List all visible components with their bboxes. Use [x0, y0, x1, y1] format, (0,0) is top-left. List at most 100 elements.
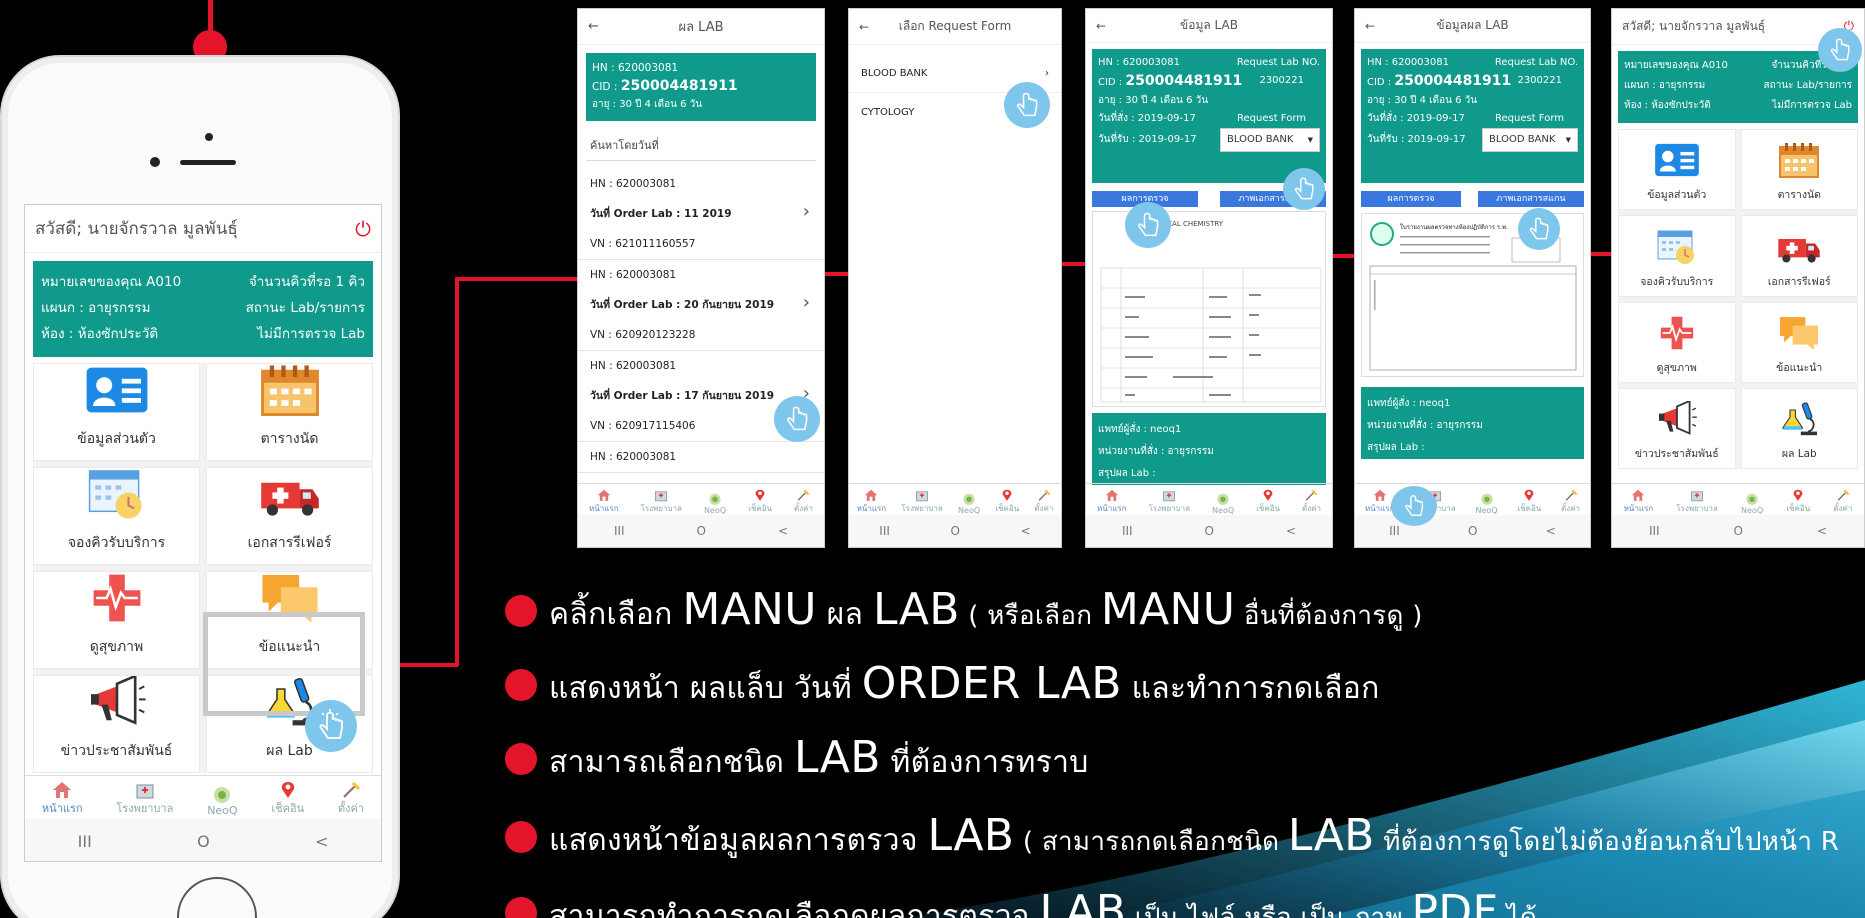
menu-tile-refer-docs[interactable]: เอกสารรีเฟอร์: [1740, 215, 1858, 297]
nav-label: เช็คอิน: [1256, 504, 1280, 513]
menu-tile-news[interactable]: ข่าวประชาสัมพันธ์: [1618, 387, 1736, 469]
back-system-button[interactable]: <: [315, 832, 328, 851]
receive-date: วันที่รับ : 2019-09-17: [1367, 134, 1466, 145]
nav-checkin[interactable]: เช็คอิน: [1786, 489, 1810, 515]
location-pin-icon: [1261, 489, 1275, 502]
nav-settings[interactable]: ตั้งค่า: [794, 489, 813, 515]
bullet-text: แสดงหน้า ผลแล็บ วันที่: [549, 671, 862, 706]
nav-neoq[interactable]: NeoQ: [958, 493, 980, 515]
lab-order-item[interactable]: HN : 620003081: [578, 442, 824, 473]
menu-tile-lab-results[interactable]: ผล Lab: [1740, 387, 1858, 469]
bullet-text: อื่นที่ต้องการดู ): [1235, 601, 1423, 631]
nav-neoq[interactable]: NeoQ: [704, 493, 726, 515]
id-card-icon: [1654, 142, 1700, 178]
menu-tile-news[interactable]: ข่าวประชาสัมพันธ์: [33, 675, 200, 773]
menu-tile-refer-docs[interactable]: เอกสารรีเฟอร์: [206, 467, 373, 565]
results-tab-button[interactable]: ผลการตรวจ: [1361, 191, 1461, 207]
neoq-icon: [1216, 493, 1230, 506]
nav-neoq[interactable]: NeoQ: [1741, 493, 1763, 515]
lab-order-item[interactable]: HN : 620003081 วันที่ Order Lab : 11 2019…: [578, 169, 824, 260]
nav-checkin[interactable]: เช็คอิน: [1256, 489, 1280, 515]
nav-neoq[interactable]: NeoQ: [1476, 493, 1498, 515]
bullet-dot: [505, 743, 537, 775]
nav-checkin[interactable]: เช็คอิน: [271, 781, 304, 817]
nav-settings[interactable]: ตั้งค่า: [1833, 489, 1852, 515]
queue-info-panel: หมายเลขของคุณ A010 จำนวนคิวที่รอ 1 คิว แผ…: [33, 261, 373, 357]
nav-home[interactable]: หน้าแรก: [1365, 489, 1394, 515]
nav-settings[interactable]: ตั้งค่า: [1561, 489, 1580, 515]
nav-settings[interactable]: ตั้งค่า: [338, 781, 364, 817]
nav-checkin[interactable]: เช็คอิน: [1517, 489, 1541, 515]
menu-tile-profile[interactable]: ข้อมูลส่วนตัว: [1618, 129, 1736, 211]
back-arrow-icon[interactable]: ←: [588, 19, 612, 34]
bullet-text: เป็น ไฟล์ หรือ เป็น ภาพ: [1126, 903, 1412, 918]
room: ห้อง : ห้องซักประวัติ: [41, 326, 159, 342]
nav-hospital[interactable]: โรงพยาบาล: [901, 489, 943, 515]
bullet-emphasis: PDF: [1411, 886, 1499, 918]
back-arrow-icon[interactable]: ←: [1365, 19, 1387, 33]
order-date: วันที่สั่ง : 2019-09-17: [1098, 113, 1196, 124]
nav-checkin[interactable]: เช็คอิน: [748, 489, 772, 515]
menu-tile-book-queue[interactable]: จองคิวรับบริการ: [33, 467, 200, 565]
settings-icon: [796, 489, 810, 502]
home-system-button[interactable]: O: [197, 832, 210, 851]
menu-tile-label: ผล Lab: [1781, 448, 1817, 460]
nav-home[interactable]: หน้าแรก: [1624, 489, 1653, 515]
menu-tile-health[interactable]: ดูสุขภาพ: [1618, 301, 1736, 383]
hn: HN : 620003081: [592, 62, 679, 74]
lab-order-item[interactable]: HN : 620003081 วันที่ Order Lab : 20 กันย…: [578, 260, 824, 351]
megaphone-icon: [85, 676, 149, 728]
menu-tile-advice[interactable]: ข้อแนะนำ: [1740, 301, 1858, 383]
menu-tile-label: ดูสุขภาพ: [89, 639, 144, 655]
lab-detail-screen: ← ข้อมูล LAB HN : 620003081 Request Lab N…: [1085, 8, 1333, 548]
nav-neoq[interactable]: NeoQ: [207, 786, 238, 817]
nav-label: NeoQ: [704, 506, 727, 515]
chevron-right-icon: ›: [802, 292, 810, 313]
menu-tile-appointments[interactable]: ตารางนัด: [206, 363, 373, 461]
scan-doc-tab-button[interactable]: ภาพเอกสารสแกน: [1478, 191, 1584, 207]
recent-apps-button[interactable]: III: [78, 832, 92, 851]
menu-tile-appointments[interactable]: ตารางนัด: [1740, 129, 1858, 211]
back-arrow-icon[interactable]: ←: [1096, 19, 1118, 33]
request-form-dropdown[interactable]: BLOOD BANK ▼: [1482, 128, 1578, 152]
nav-neoq[interactable]: NeoQ: [1212, 493, 1234, 515]
nav-hospital[interactable]: โรงพยาบาล: [116, 781, 173, 817]
queue-number: หมายเลขของคุณ A010: [41, 274, 182, 290]
dropdown-value: BLOOD BANK: [1489, 134, 1556, 145]
request-form-dropdown[interactable]: BLOOD BANK ▼: [1220, 128, 1320, 152]
nav-hospital[interactable]: โรงพยาบาล: [641, 489, 682, 515]
nav-home[interactable]: หน้าแรก: [1097, 489, 1127, 515]
lab-order-vn: VN : 620920123228: [590, 329, 696, 341]
bottom-nav: หน้าแรก โรงพยาบาล NeoQ เช็คอิน ตั้งค่า: [1086, 483, 1332, 515]
lab-info-panel: HN : 620003081 Request Lab NO. CID : 2500…: [1092, 49, 1326, 183]
neoq-icon: [962, 493, 976, 506]
nav-home[interactable]: หน้าแรก: [42, 781, 83, 817]
receive-date: วันที่รับ : 2019-09-17: [1098, 134, 1197, 145]
menu-tile-health[interactable]: ดูสุขภาพ: [33, 571, 200, 669]
phone-home-button[interactable]: [177, 877, 257, 918]
nav-hospital[interactable]: โรงพยาบาล: [1149, 489, 1190, 515]
connector-line: [825, 272, 849, 276]
nav-settings[interactable]: ตั้งค่า: [1302, 489, 1321, 515]
power-icon[interactable]: ⏻: [355, 217, 371, 241]
nav-home[interactable]: หน้าแรก: [857, 489, 886, 515]
nav-label: ตั้งค่า: [337, 802, 365, 815]
nav-hospital[interactable]: โรงพยาบาล: [1676, 489, 1718, 515]
menu-tile-label: เอกสารรีเฟอร์: [247, 535, 332, 551]
date-search-input[interactable]: ค้นหาโดยวันที่: [586, 129, 816, 161]
menu-tile-label: ตารางนัด: [260, 431, 319, 447]
nav-settings[interactable]: ตั้งค่า: [1034, 489, 1053, 515]
cid-value: 250004481911: [1125, 73, 1243, 89]
ordering-unit: หน่วยงานที่สั่ง : อายุรกรรม: [1098, 446, 1214, 457]
menu-tile-book-queue[interactable]: จองคิวรับบริการ: [1618, 215, 1736, 297]
back-arrow-icon[interactable]: ←: [859, 20, 881, 34]
ambulance-icon: [1776, 229, 1822, 265]
nav-checkin[interactable]: เช็คอิน: [995, 489, 1019, 515]
menu-tile-label: ผล Lab: [266, 743, 313, 759]
chevron-down-icon: ▼: [1307, 136, 1313, 144]
menu-tile-profile[interactable]: ข้อมูลส่วนตัว: [33, 363, 200, 461]
nav-home[interactable]: หน้าแรก: [589, 489, 619, 515]
neoq-icon: [212, 786, 232, 804]
nav-label: NeoQ: [958, 506, 981, 515]
lab-detail-header: ← ข้อมูล LAB: [1086, 9, 1332, 43]
